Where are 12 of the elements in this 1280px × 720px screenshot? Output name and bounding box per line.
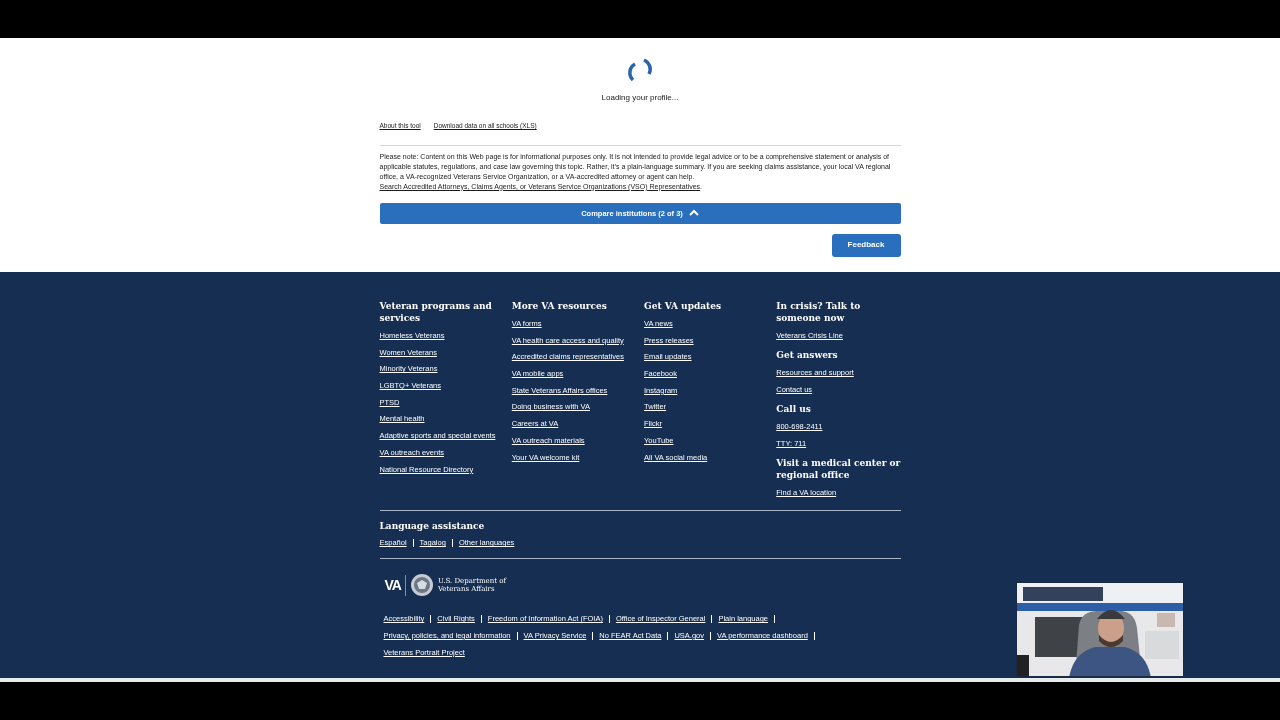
feedback-button[interactable]: Feedback: [831, 233, 901, 257]
section-heading: Get answers: [776, 349, 839, 362]
section-heading: Visit a medical center or regional office: [776, 457, 901, 482]
loading-text: Loading your profile...: [601, 92, 679, 104]
section-heading: Veteran programs and services: [379, 300, 493, 324]
va-logo-text: VA: [384, 574, 406, 596]
section-heading: In crisis? Talk to someone now: [776, 300, 862, 324]
language-heading: Language assistance: [379, 519, 486, 533]
section-heading: More VA resources: [511, 300, 608, 312]
section-heading: Call us: [776, 403, 812, 416]
seal-icon: [409, 573, 434, 598]
section-heading: Get VA updates: [644, 300, 722, 312]
